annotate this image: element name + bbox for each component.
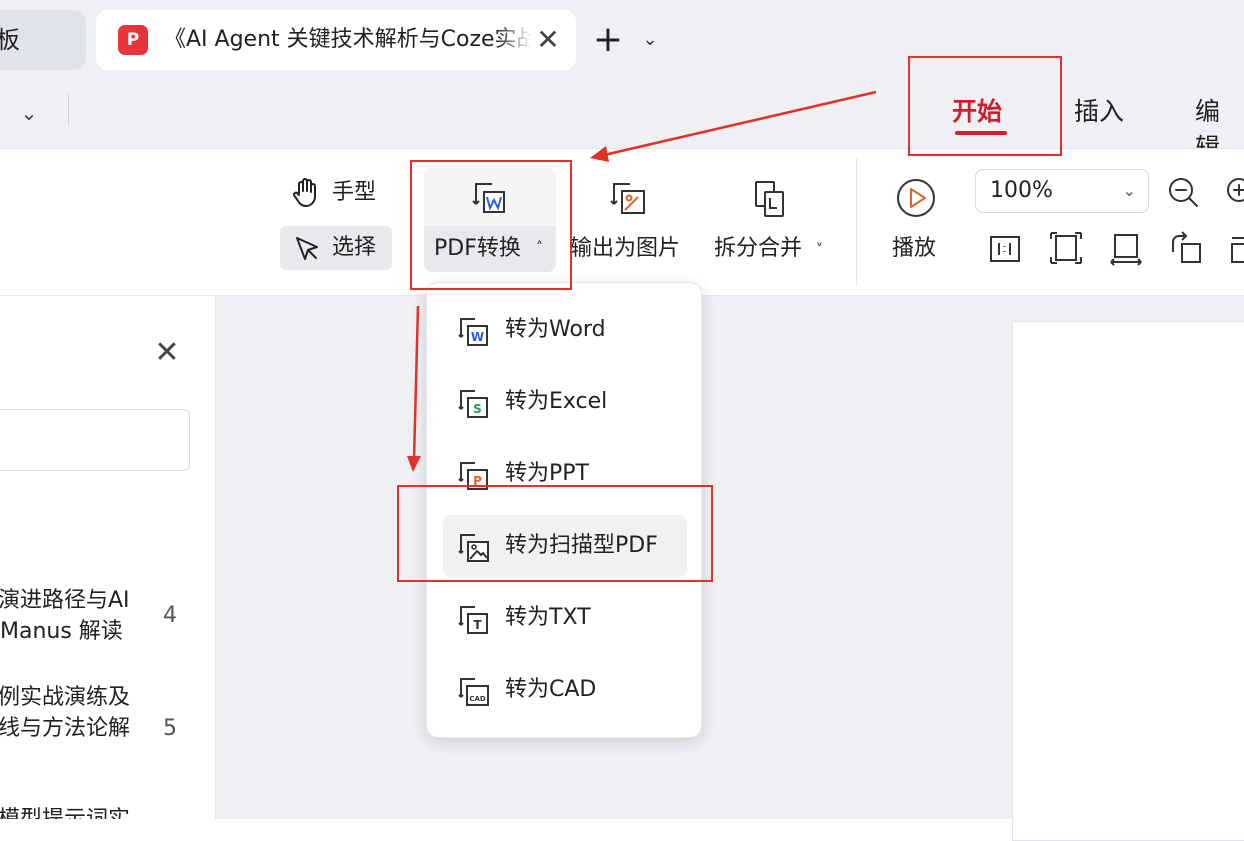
annotation-arrow-2 (412, 305, 420, 461)
annotation-arrowhead-2 (407, 456, 421, 472)
annotation-arrow-1 (603, 90, 877, 157)
annotation-arrowhead-1 (590, 146, 609, 162)
annotation-arrows (407, 90, 877, 472)
